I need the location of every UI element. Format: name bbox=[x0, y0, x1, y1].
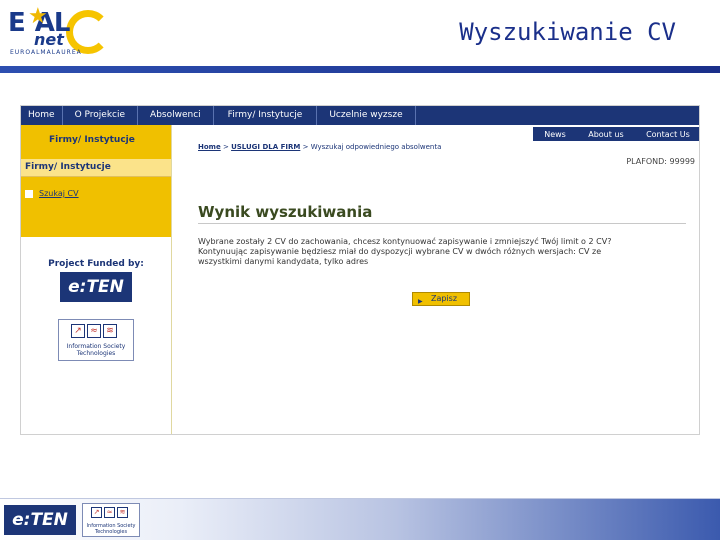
breadcrumb-separator: > bbox=[302, 143, 309, 151]
funded-label: Project Funded by: bbox=[48, 259, 144, 269]
breadcrumb: Home > USLUGI DLA FIRM > Wyszukaj odpowi… bbox=[198, 143, 441, 151]
footer-is-logo-text: Information Society Technologies bbox=[86, 523, 136, 535]
result-title: Wynik wyszukiwania bbox=[198, 203, 373, 221]
save-button-label: Zapisz bbox=[431, 294, 458, 303]
information-society-logo: ↗ ≈ ≋ Information Society Technologies bbox=[58, 319, 134, 361]
slide-header-bar bbox=[0, 66, 720, 73]
logo-subtitle: EUROALMALAUREA bbox=[10, 49, 82, 56]
breadcrumb-home[interactable]: Home bbox=[198, 143, 221, 151]
sidebar-link-szukaj-cv[interactable]: Szukaj CV bbox=[39, 189, 79, 198]
is-boxes-icon: ↗ ≈ ≋ bbox=[71, 324, 117, 338]
plafond-value: PLAFOND: 99999 bbox=[626, 157, 695, 166]
top-utility-nav: News About us Contact Us bbox=[533, 127, 699, 141]
topnav-news[interactable]: News bbox=[544, 130, 566, 139]
topnav-about[interactable]: About us bbox=[588, 130, 623, 139]
nav-firmy-instytucje[interactable]: Firmy/ Instytucje bbox=[214, 106, 318, 125]
sidebar: Firmy/ Instytucje Firmy/ Instytucje Szuk… bbox=[21, 125, 171, 434]
arrow-right-icon: ▶ bbox=[418, 298, 423, 305]
sidebar-panel: Szukaj CV bbox=[21, 177, 171, 237]
slide-title: Wyszukiwanie CV bbox=[459, 18, 676, 46]
save-button[interactable]: ▶ Zapisz bbox=[412, 292, 470, 306]
bullet-icon bbox=[25, 189, 33, 198]
nav-absolwenci[interactable]: Absolwenci bbox=[138, 106, 214, 125]
sidebar-subheading[interactable]: Firmy/ Instytucje bbox=[21, 159, 171, 177]
is-logo-text: Information Society Technologies bbox=[66, 343, 126, 357]
logo-net: net bbox=[34, 30, 64, 49]
app-screenshot: Home O Projekcie Absolwenci Firmy/ Insty… bbox=[20, 105, 700, 435]
is-boxes-icon: ↗ ≈ ≋ bbox=[91, 507, 128, 518]
breadcrumb-separator: > bbox=[222, 143, 229, 151]
footer-information-society-logo: ↗ ≈ ≋ Information Society Technologies bbox=[82, 503, 140, 537]
logo-star-icon: ★ bbox=[28, 4, 48, 29]
topnav-contact[interactable]: Contact Us bbox=[646, 130, 690, 139]
ealnet-logo: E AL ★ net EUROALMALAUREA bbox=[6, 4, 116, 58]
title-divider bbox=[198, 223, 686, 224]
logo-ring-icon bbox=[66, 10, 110, 54]
sidebar-heading: Firmy/ Instytucje bbox=[21, 125, 171, 159]
nav-home[interactable]: Home bbox=[21, 106, 63, 125]
result-message: Wybrane zostały 2 CV do zachowania, chce… bbox=[198, 237, 612, 266]
footer-eten-logo: e:TEN bbox=[4, 505, 76, 535]
breadcrumb-services[interactable]: USLUGI DLA FIRM bbox=[231, 143, 300, 151]
nav-o-projekcie[interactable]: O Projekcie bbox=[63, 106, 139, 125]
main-content: News About us Contact Us Home > USLUGI D… bbox=[171, 125, 699, 434]
breadcrumb-current: Wyszukaj odpowiedniego absolwenta bbox=[310, 143, 442, 151]
nav-uczelnie[interactable]: Uczelnie wyzsze bbox=[317, 106, 416, 125]
eten-logo: e:TEN bbox=[60, 272, 132, 302]
main-navbar: Home O Projekcie Absolwenci Firmy/ Insty… bbox=[21, 106, 699, 125]
